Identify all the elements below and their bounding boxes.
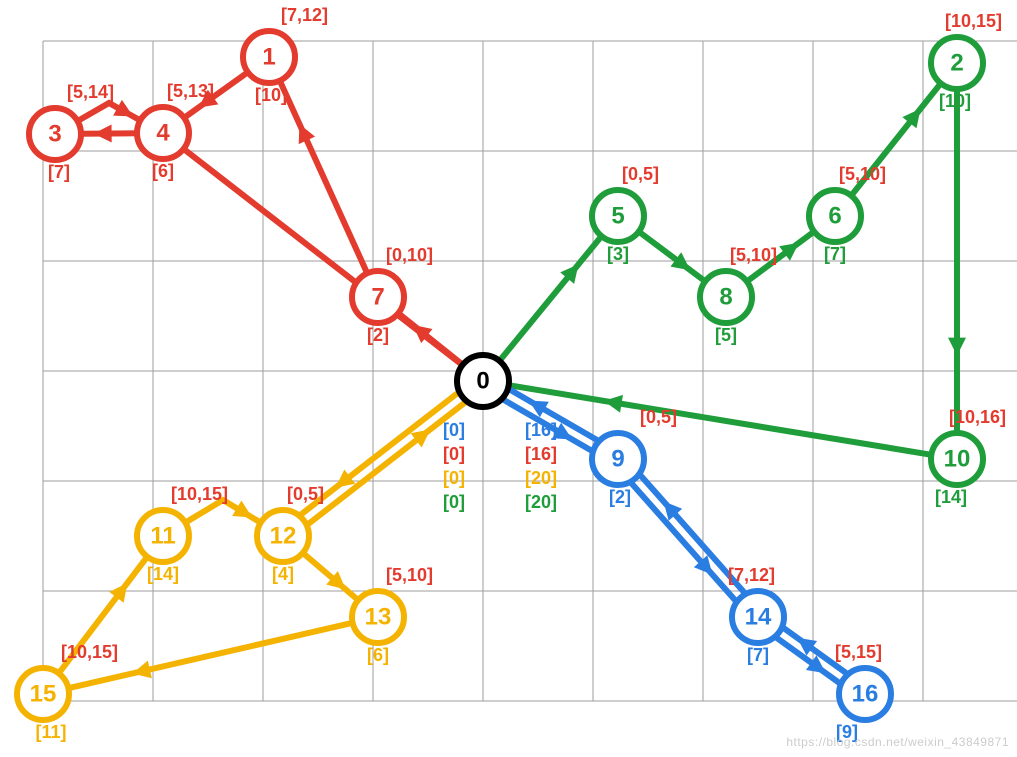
node-15: 15[10,15] [11] (17, 642, 118, 742)
node-9-label: 9 (611, 446, 624, 473)
node-8-cost: [5] (715, 325, 737, 345)
node-0-label: 0 (476, 368, 489, 395)
node-6-cost: [7] (824, 244, 846, 264)
arrow-7-1 (291, 120, 315, 144)
node-8: 8 [5,10] [5] (700, 245, 777, 345)
node-8-label: 8 (719, 284, 732, 311)
node-11-timewindow: [10,15] (171, 484, 228, 504)
node-4-cost: [6] (152, 161, 174, 181)
node-5-label: 5 (611, 203, 624, 230)
edge-7-1 (280, 81, 367, 274)
node-11-label: 11 (150, 523, 175, 550)
node-9-timewindow: [0,5] (640, 407, 677, 427)
node-2-cost: [10] (939, 91, 971, 111)
arrow-4-3 (94, 124, 112, 142)
node-13-label: 13 (365, 604, 392, 631)
node-14: 14 [7,12] [7] (728, 565, 784, 665)
edge-10-0 (509, 385, 932, 455)
node-10-cost: [14] (935, 487, 967, 507)
node-5: 5 [0,5] [3] (592, 164, 659, 264)
node-1-cost: [10] (255, 85, 287, 105)
node-2: 2 [10,15] [10] (931, 11, 1002, 111)
node-6: 6 [5,10] [7] (809, 164, 886, 264)
node-12: 12 [0,5] [4] (257, 484, 324, 584)
edge-3-4 (78, 103, 141, 121)
node-14-cost: [7] (747, 645, 769, 665)
node-2-timewindow: [10,15] (945, 11, 1002, 31)
depot-annot-red-0: [0] (443, 444, 465, 464)
node-15-cost: [11] (35, 722, 66, 742)
node-13-cost: [6] (367, 645, 389, 665)
node-4-timewindow: [5,13] (167, 81, 214, 101)
depot-annot-blue-1: [16] (525, 420, 557, 440)
node-12-timewindow: [0,5] (287, 484, 324, 504)
arrow-2-10 (948, 338, 966, 356)
edge-12-13 (303, 553, 358, 600)
node-7-label: 7 (371, 284, 384, 311)
edge-0-5 (499, 236, 601, 361)
node-2-label: 2 (950, 50, 963, 77)
node-16: 16[5,15][9] (835, 642, 891, 742)
arrow-3-4 (113, 100, 137, 124)
edge-9-14 (631, 482, 737, 601)
node-1-label: 1 (262, 44, 275, 71)
node-10: 10 [10,16] [14] (931, 407, 1006, 507)
node-15-label: 15 (30, 681, 57, 708)
node-1-timewindow: [7,12] (281, 5, 328, 25)
node-8-timewindow: [5,10] (730, 245, 777, 265)
node-10-label: 10 (944, 446, 971, 473)
node-13: 13 [5,10] [6] (352, 565, 433, 665)
node-16-timewindow: [5,15] (835, 642, 882, 662)
node-7-cost: [2] (367, 325, 389, 345)
node-14-timewindow: [7,12] (728, 565, 775, 585)
node-9: 9 [0,5] [2] (592, 407, 677, 507)
node-4-label: 4 (156, 120, 170, 147)
svg-root: 0 1 [7,12] [10] 2 [10,15] [10] 3 [5,14] [7] 4 [5,13… (0, 0, 1017, 757)
depot-annot-orange-0: [0] (443, 468, 465, 488)
node-11: 11 [10,15] [14] (137, 484, 228, 584)
node-12-cost: [4] (272, 564, 294, 584)
node-3-cost: [7] (48, 162, 70, 182)
diagram-canvas: 0 1 [7,12] [10] 2 [10,15] [10] 3 [5,14] [7] 4 [5,13… (0, 0, 1017, 757)
node-13-timewindow: [5,10] (386, 565, 433, 585)
node-6-label: 6 (828, 203, 841, 230)
node-5-cost: [3] (607, 244, 629, 264)
edge-5-8 (639, 232, 705, 282)
depot-annot-orange-1: [20] (525, 468, 557, 488)
depot-annot-red-1: [16] (525, 444, 557, 464)
watermark: https://blog.csdn.net/weixin_43849871 (786, 735, 1009, 749)
node-3-timewindow: [5,14] (67, 82, 114, 102)
node-0: 0 (457, 355, 509, 407)
node-15-timewindow: [10,15] (61, 642, 118, 662)
node-5-timewindow: [0,5] (622, 164, 659, 184)
depot-annot-blue-0: [0] (443, 420, 465, 440)
node-11-cost: [14] (147, 564, 179, 584)
node-10-timewindow: [10,16] (949, 407, 1006, 427)
node-14-label: 14 (745, 604, 772, 631)
depot-annot-green-1: [20] (525, 492, 557, 512)
node-9-cost: [2] (609, 487, 631, 507)
node-1: 1 [7,12] [10] (243, 5, 328, 105)
depot-annot-green-0: [0] (443, 492, 465, 512)
node-16-label: 16 (852, 681, 879, 708)
node-7-timewindow: [0,10] (386, 245, 433, 265)
node-3-label: 3 (48, 121, 61, 148)
node-6-timewindow: [5,10] (839, 164, 886, 184)
node-12-label: 12 (270, 523, 297, 550)
